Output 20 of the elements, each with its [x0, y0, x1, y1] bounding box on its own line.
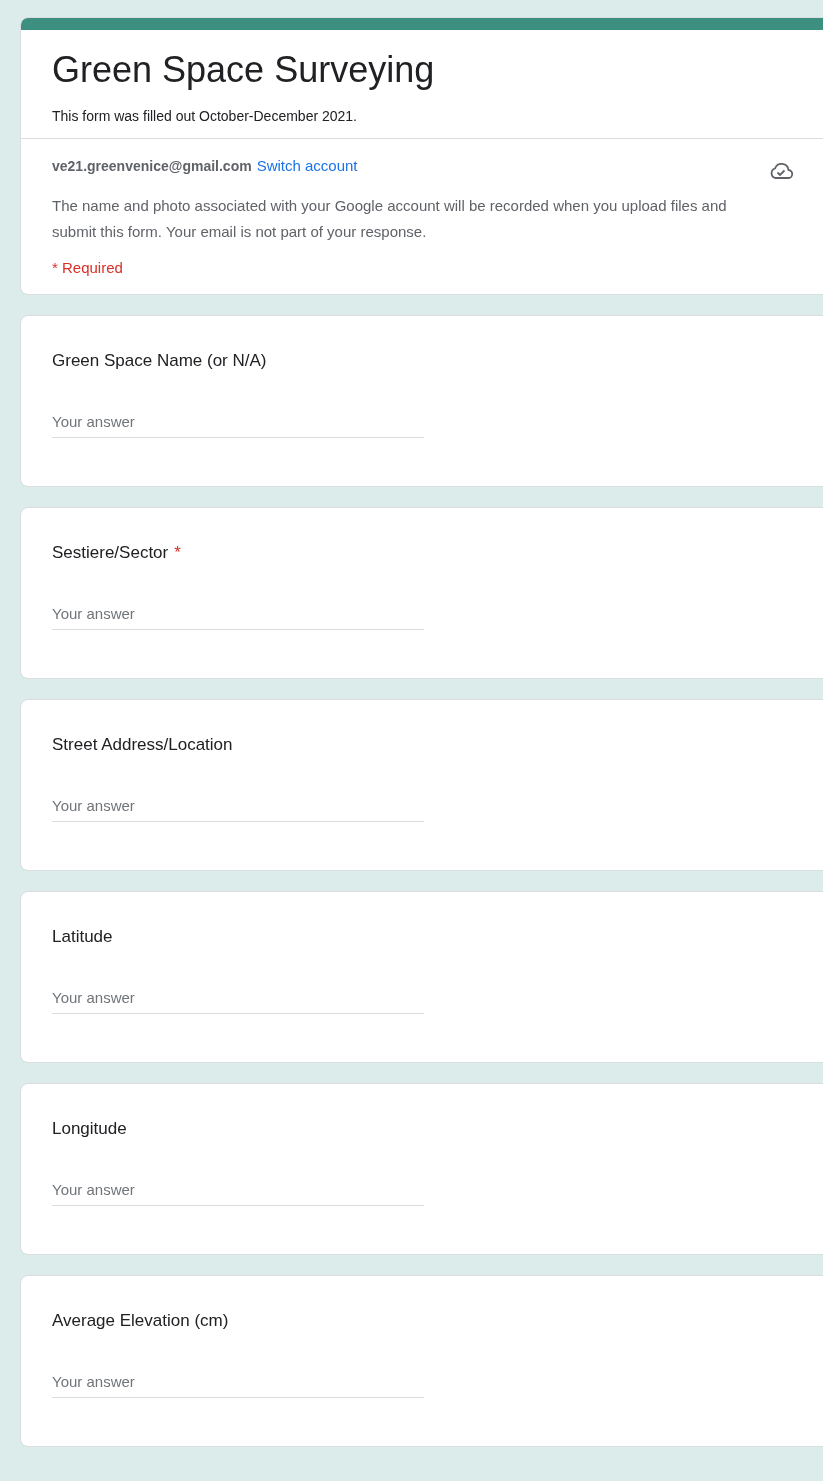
question-label: Latitude — [52, 927, 113, 947]
question-label: Average Elevation (cm) — [52, 1311, 229, 1331]
answer-field[interactable]: Your answer — [52, 797, 424, 822]
question-label: Longitude — [52, 1119, 127, 1139]
answer-field[interactable]: Your answer — [52, 1181, 424, 1206]
cloud-check-icon — [768, 161, 794, 181]
question-label: Sestiere/Sector — [52, 543, 169, 563]
switch-account-link[interactable]: Switch account — [256, 157, 358, 174]
answer-field[interactable]: Your answer — [52, 1373, 424, 1398]
account-notice: The name and photo associated with your Google account will be recorded when you upload files and submit this form. Your email is not part of your response. — [52, 196, 728, 242]
answer-field[interactable]: Your answer — [52, 989, 424, 1014]
account-email: ve21.greenvenice@gmail.com — [52, 157, 252, 174]
required-asterisk: * — [174, 543, 181, 563]
question-label: Street Address/Location — [52, 735, 233, 755]
answer-field[interactable]: Your answer — [52, 413, 424, 438]
form-description: This form was filled out October-December 2021. — [52, 108, 358, 124]
required-note: * Required — [52, 259, 124, 276]
question-label: Green Space Name (or N/A) — [52, 351, 267, 371]
form-title: Green Space Surveying — [52, 48, 436, 92]
answer-field[interactable]: Your answer — [52, 605, 424, 630]
